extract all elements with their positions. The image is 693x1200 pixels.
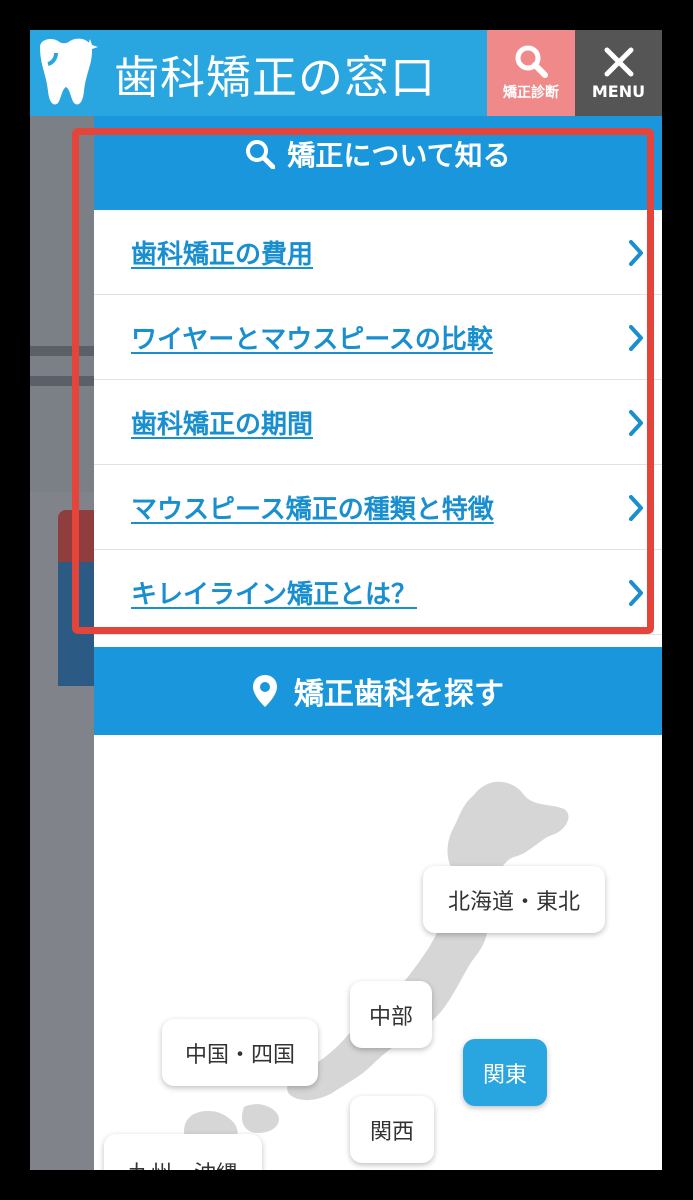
site-logo[interactable]: 歯科矯正の窓口 bbox=[30, 30, 487, 116]
region-kanto-button[interactable]: 関東 bbox=[463, 1039, 547, 1106]
region-label: 中部 bbox=[368, 1004, 413, 1030]
menu-close-button[interactable]: MENU bbox=[575, 30, 662, 116]
map-pin-icon bbox=[253, 675, 277, 707]
region-hokkaido-tohoku-button[interactable]: 北海道・東北 bbox=[423, 866, 605, 933]
region-label: 関西 bbox=[369, 1119, 414, 1145]
region-kyushu-okinawa-button[interactable]: 九州・沖縄 bbox=[104, 1134, 262, 1170]
menu-label: MENU bbox=[591, 81, 646, 101]
tooth-logo-icon bbox=[30, 30, 106, 116]
close-icon bbox=[604, 47, 633, 76]
region-chugoku-shikoku-button[interactable]: 中国・四国 bbox=[162, 1019, 318, 1086]
search-section-title: 矯正歯科を探す bbox=[294, 677, 504, 712]
region-label: 北海道・東北 bbox=[447, 889, 580, 915]
region-label: 中国・四国 bbox=[184, 1042, 295, 1068]
site-header: 歯科矯正の窓口 矯正診断 MENU bbox=[30, 30, 662, 116]
search-section-header: 矯正歯科を探す bbox=[94, 647, 662, 735]
site-title: 歯科矯正の窓口 bbox=[114, 50, 437, 104]
region-label: 関東 bbox=[482, 1062, 527, 1088]
search-icon bbox=[515, 45, 548, 78]
diagnosis-button[interactable]: 矯正診断 bbox=[487, 30, 575, 116]
region-label: 九州・沖縄 bbox=[128, 1156, 238, 1170]
diagnosis-label: 矯正診断 bbox=[503, 85, 559, 101]
region-kansai-button[interactable]: 関西 bbox=[350, 1096, 434, 1163]
japan-region-map: 北海道・東北 中部 中国・四国 関東 関西 九州・沖縄 bbox=[94, 735, 662, 1170]
highlight-annotation-box bbox=[72, 128, 654, 634]
region-chubu-button[interactable]: 中部 bbox=[350, 981, 432, 1048]
